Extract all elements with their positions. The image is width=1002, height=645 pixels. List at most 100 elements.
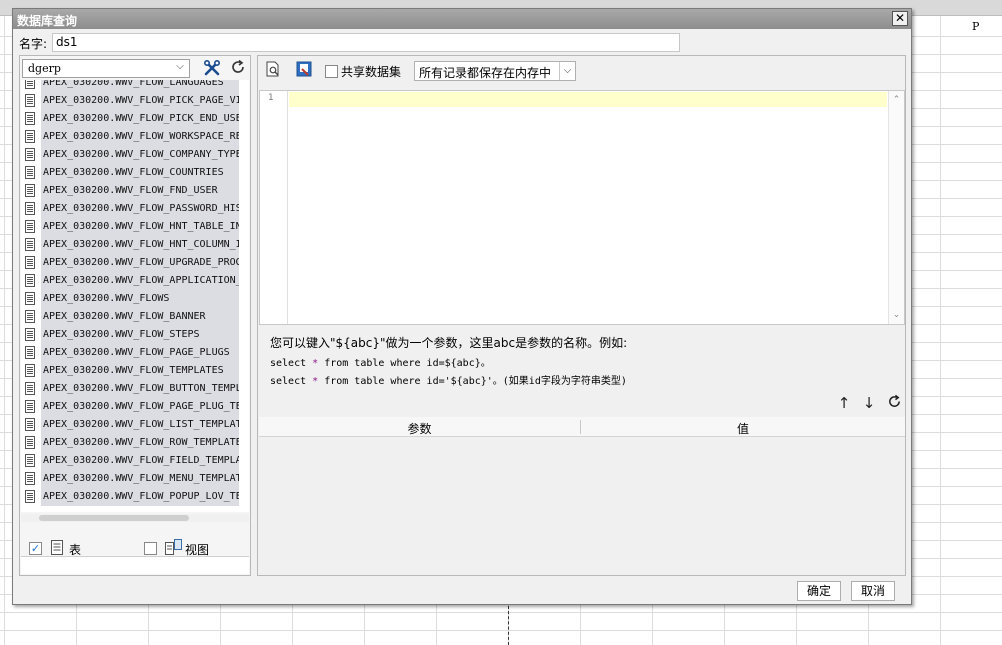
share-dataset-label: 共享数据集 [341,65,402,79]
move-down-icon[interactable]: ↓ [860,394,878,412]
table-list-item-label: APEX_030200.WWV_FLOW_BANNER [41,308,239,326]
table-list-item[interactable]: APEX_030200.WWV_FLOW_TEMPLATES [21,362,249,380]
table-icon [25,472,35,485]
scroll-down-icon[interactable]: ⌄ [889,308,904,322]
refresh-icon[interactable] [227,59,249,79]
table-icon [25,400,35,413]
hint-code-text: from table where id=${abc}。 [318,358,491,369]
dialog-titlebar: 数据库查询 ✕ [13,9,911,29]
name-label: 名字: [19,37,48,51]
connection-select-value: dgerp [28,62,61,75]
table-list-item-label: APEX_030200.WWV_FLOW_FND_USER [41,182,239,200]
close-button[interactable]: ✕ [892,11,908,26]
scroll-up-icon[interactable]: ⌃ [889,93,904,107]
table-list[interactable]: APEX_030200.WWV_FLOW_LANGUAGES APEX_03020… [21,80,249,512]
editor-vertical-scrollbar[interactable]: ⌃ ⌄ [888,91,904,324]
table-icon [25,328,35,341]
table-checkbox[interactable]: ✓ [29,542,42,555]
table-list-item[interactable]: APEX_030200.WWV_FLOW_BANNER [21,308,249,326]
table-list-item[interactable]: APEX_030200.WWV_FLOW_PICK_END_USE [21,110,249,128]
table-icon [25,220,35,233]
table-list-item-label: APEX_030200.WWV_FLOW_HNT_COLUMN_I [41,236,239,254]
table-list-item-label: APEX_030200.WWV_FLOW_WORKSPACE_RE [41,128,239,146]
move-up-icon[interactable]: ↑ [835,394,853,412]
table-list-item-label: APEX_030200.WWV_FLOW_TEMPLATES [41,362,239,380]
table-list-item[interactable]: APEX_030200.WWV_FLOW_HNT_COLUMN_I [21,236,249,254]
table-icon [25,310,35,323]
table-list-item-label: APEX_030200.WWV_FLOW_PICK_END_USE [41,110,239,128]
table-list-item-label: APEX_030200.WWV_FLOW_BUTTON_TEMPL [41,380,239,398]
memory-mode-select[interactable]: 所有记录都保存在内存中 ⌵ [414,61,576,81]
table-list-item-label: APEX_030200.WWV_FLOW_COMPANY_TYPE [41,146,239,164]
parameter-table-header: 参数 值 [259,417,905,437]
table-list-item[interactable]: APEX_030200.WWV_FLOW_MENU_TEMPLAT [21,470,249,488]
table-icon [25,202,35,215]
table-filter-input[interactable] [21,556,249,574]
table-list-item[interactable]: APEX_030200.WWV_FLOW_PAGE_PLUGS [21,344,249,362]
table-list-item-label: APEX_030200.WWV_FLOW_PICK_PAGE_VI [41,92,239,110]
table-list-item[interactable]: APEX_030200.WWV_FLOW_ROW_TEMPLATE [21,434,249,452]
horizontal-scrollbar[interactable] [21,514,249,522]
refresh-parameters-icon[interactable] [885,394,903,412]
table-list-item[interactable]: APEX_030200.WWV_FLOW_PICK_PAGE_VI [21,92,249,110]
table-icon [25,454,35,467]
cancel-button[interactable]: 取消 [851,581,895,601]
grid-row-line [0,612,1002,613]
chevron-down-icon: ⌵ [559,62,575,80]
table-icon [25,364,35,377]
table-list-item[interactable]: APEX_030200.WWV_FLOW_POPUP_LOV_TE [21,488,249,506]
table-icon [25,238,35,251]
view-checkbox[interactable] [144,542,157,555]
table-icon [25,382,35,395]
scrollbar-thumb[interactable] [39,515,189,521]
column-header-param: 参数 [407,422,432,436]
table-list-item-label: APEX_030200.WWV_FLOW_COUNTRIES [41,164,239,182]
ok-button[interactable]: 确定 [797,581,841,601]
table-list-item[interactable]: APEX_030200.WWV_FLOW_FND_USER [21,182,249,200]
table-icon [25,80,35,89]
table-list-item-label: APEX_030200.WWV_FLOW_POPUP_LOV_TE [41,488,239,506]
table-icon [25,166,35,179]
table-list-item[interactable]: APEX_030200.WWV_FLOW_COMPANY_TYPE [21,146,249,164]
table-list-item-label: APEX_030200.WWV_FLOW_PAGE_PLUG_TE [41,398,239,416]
connection-select[interactable]: dgerp ⌵ [22,59,190,78]
connection-settings-icon[interactable] [201,59,223,79]
sql-editor[interactable]: 1 ⌃ ⌄ [259,90,905,325]
table-list-item-label: APEX_030200.WWV_FLOW_STEPS [41,326,239,344]
table-list-item[interactable]: APEX_030200.WWV_FLOW_FIELD_TEMPLA [21,452,249,470]
table-list-item-label: APEX_030200.WWV_FLOW_UPGRADE_PROG [41,254,239,272]
table-list-item[interactable]: APEX_030200.WWV_FLOW_PAGE_PLUG_TE [21,398,249,416]
table-list-item[interactable]: APEX_030200.WWV_FLOWS [21,290,249,308]
table-list-item[interactable]: APEX_030200.WWV_FLOW_WORKSPACE_RE [21,128,249,146]
grid-column-line [940,16,941,645]
table-list-item-label: APEX_030200.WWV_FLOW_HNT_TABLE_IN [41,218,239,236]
chevron-down-icon: ⌵ [176,61,184,72]
query-designer-icon[interactable] [295,61,313,79]
table-list-item[interactable]: APEX_030200.WWV_FLOW_LANGUAGES [21,80,249,92]
table-list-item[interactable]: APEX_030200.WWV_FLOW_COUNTRIES [21,164,249,182]
name-input[interactable]: ds1 [52,33,680,52]
table-list-item[interactable]: APEX_030200.WWV_FLOW_HNT_TABLE_IN [21,218,249,236]
table-browser-panel: dgerp ⌵ APEX_030200.WWV_FLOW_LANGUAGES AP… [19,55,251,576]
share-dataset-checkbox[interactable] [325,65,338,78]
table-icon [25,346,35,359]
table-list-item-label: APEX_030200.WWV_FLOW_PASSWORD_HIS [41,200,239,218]
line-number-gutter: 1 [260,91,288,324]
table-icon [25,94,35,107]
table-list-item[interactable]: APEX_030200.WWV_FLOW_STEPS [21,326,249,344]
table-list-item[interactable]: APEX_030200.WWV_FLOW_PASSWORD_HIS [21,200,249,218]
table-list-item[interactable]: APEX_030200.WWV_FLOW_BUTTON_TEMPL [21,380,249,398]
preview-icon[interactable] [264,61,282,79]
table-icon [25,274,35,287]
table-list-item[interactable]: APEX_030200.WWV_FLOW_UPGRADE_PROG [21,254,249,272]
line-number: 1 [268,93,274,103]
parameter-table[interactable]: 参数 值 [259,417,905,575]
sql-toolbar: 共享数据集 所有记录都保存在内存中 ⌵ [258,56,905,84]
table-list-item[interactable]: APEX_030200.WWV_FLOW_LIST_TEMPLAT [21,416,249,434]
grid-column-line [4,16,5,645]
table-list-item[interactable]: APEX_030200.WWV_FLOW_APPLICATION_ [21,272,249,290]
hint-example-2: select * from table where id='${abc}'。(如… [270,372,890,387]
hint-code-text: from table where id='${abc}'。(如果id字段为字符串… [318,376,627,387]
table-list-item-label: APEX_030200.WWV_FLOW_MENU_TEMPLAT [41,470,239,488]
table-icon [25,184,35,197]
